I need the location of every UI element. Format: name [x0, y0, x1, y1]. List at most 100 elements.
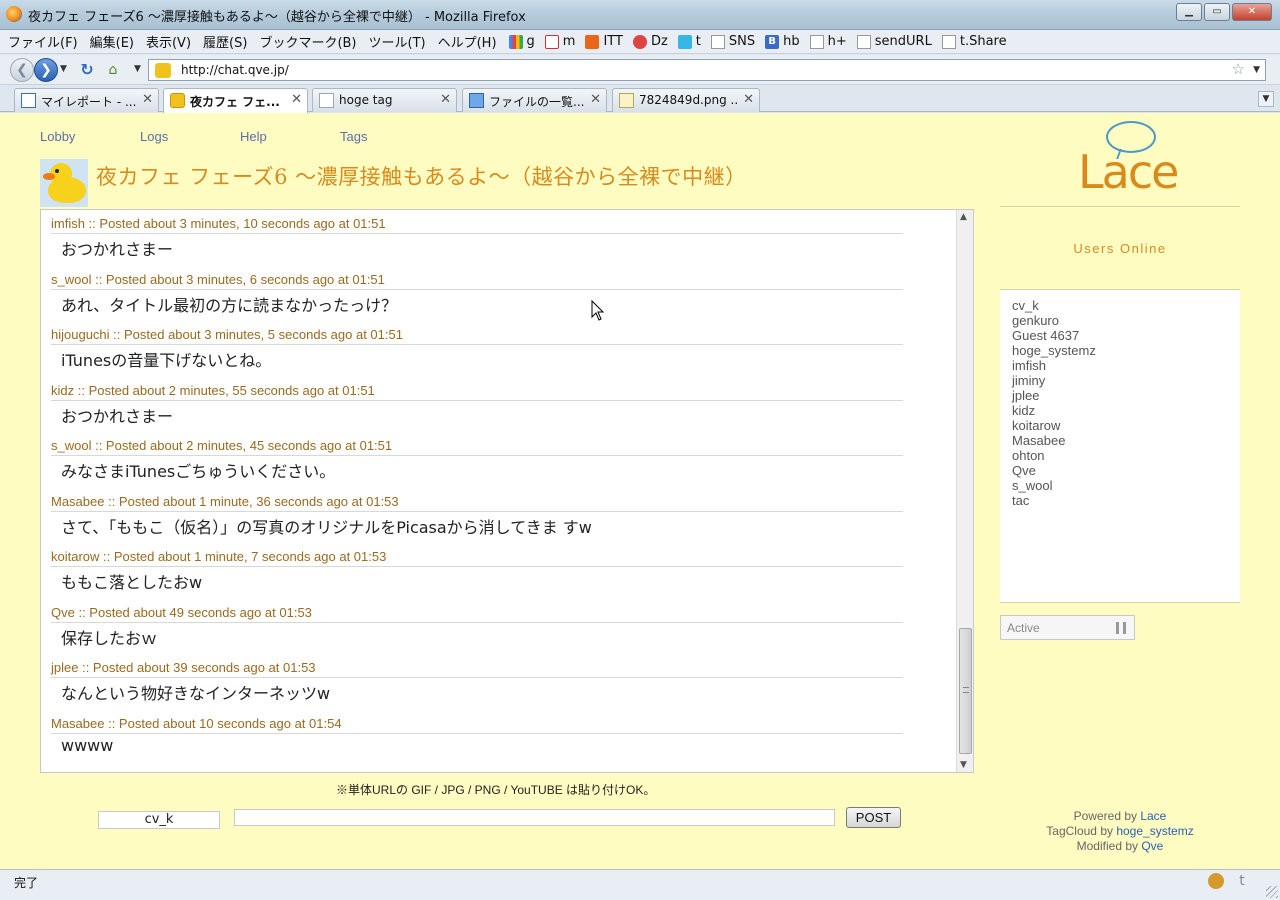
scroll-up-icon[interactable]: ▲	[960, 212, 967, 222]
bookmark-itt[interactable]: ITT	[585, 34, 623, 49]
nav-link-logs[interactable]: Logs	[140, 129, 240, 144]
bookmark-dz[interactable]: Dz	[632, 34, 668, 49]
message-nick[interactable]: hijouguchi	[51, 327, 110, 342]
chart-icon	[21, 93, 36, 108]
forward-button[interactable]: ❯	[34, 58, 58, 82]
home-icon[interactable]: ⌂	[104, 61, 122, 79]
chat-message: imfish :: Posted about 3 minutes, 10 sec…	[51, 216, 903, 272]
reload-icon[interactable]: ↻	[78, 61, 96, 79]
scrollbar-thumb[interactable]	[959, 628, 972, 754]
online-user[interactable]: ohton	[1012, 448, 1228, 463]
bookmark-m[interactable]: m	[544, 34, 575, 49]
message-nick[interactable]: s_wool	[51, 272, 91, 287]
menu-bookmarks[interactable]: ブックマーク(B)	[259, 32, 356, 51]
online-user[interactable]: hoge_systemz	[1012, 343, 1228, 358]
bookmark-hb[interactable]: Bhb	[765, 34, 800, 49]
logo-text: Lace	[1078, 145, 1179, 199]
tab-hoge-tag[interactable]: hoge tag ✕	[312, 88, 457, 112]
bookmark-label: ITT	[603, 34, 623, 49]
status-toggle[interactable]: Active	[1000, 615, 1135, 640]
menu-edit[interactable]: 編集(E)	[90, 32, 134, 51]
message-nick[interactable]: s_wool	[51, 438, 91, 453]
message-text: ももこ落としたおw	[61, 573, 203, 592]
url-bar[interactable]: http://chat.qve.jp/ ☆ ▼	[148, 59, 1266, 81]
online-user[interactable]: cv_k	[1012, 298, 1228, 313]
message-nick[interactable]: imfish	[51, 216, 85, 231]
menu-help[interactable]: ヘルプ(H)	[438, 32, 497, 51]
history-dropdown-icon[interactable]: ▼	[60, 64, 67, 74]
bookmark-sendurl[interactable]: sendURL	[856, 34, 932, 49]
bookmark-star-icon[interactable]: ☆	[1232, 60, 1245, 78]
message-nick[interactable]: kidz	[51, 383, 74, 398]
bookmark-sns[interactable]: SNS	[710, 34, 755, 49]
minimize-button[interactable]: ▁	[1176, 3, 1202, 21]
url-text[interactable]: http://chat.qve.jp/	[181, 63, 289, 77]
message-input[interactable]	[234, 809, 835, 826]
tab-png-image[interactable]: 7824849d.png ... ✕	[612, 88, 760, 112]
addon-status-icon[interactable]	[1208, 873, 1224, 889]
bookmark-label: t	[695, 34, 701, 49]
chat-message: Masabee :: Posted about 1 minute, 36 sec…	[51, 494, 903, 550]
resize-grip[interactable]	[1266, 886, 1278, 898]
menu-tools[interactable]: ツール(T)	[369, 32, 426, 51]
tab-list-dropdown-icon[interactable]: ▼	[1258, 91, 1274, 107]
online-user[interactable]: kidz	[1012, 403, 1228, 418]
nav-link-tags[interactable]: Tags	[340, 129, 440, 144]
bookmark-g[interactable]: g	[508, 34, 535, 49]
bookmark-hplus[interactable]: h+	[809, 34, 847, 49]
menu-view[interactable]: 表示(V)	[146, 32, 191, 51]
bookmark-label: hb	[783, 34, 800, 49]
bookmark-label: g	[526, 34, 535, 49]
close-button[interactable]: ✕	[1232, 3, 1272, 21]
page-icon	[856, 34, 871, 49]
tab-close-icon[interactable]: ✕	[743, 92, 754, 107]
online-user[interactable]: jplee	[1012, 388, 1228, 403]
message-timestamp: :: Posted about 39 seconds ago at 01:53	[78, 660, 316, 675]
bookmark-label: t.Share	[959, 34, 1007, 49]
tab-close-icon[interactable]: ✕	[590, 92, 601, 107]
toolbar-dropdown-icon[interactable]: ▼	[134, 64, 141, 74]
tab-close-icon[interactable]: ✕	[291, 92, 302, 107]
pause-icon[interactable]	[1116, 622, 1126, 634]
message-nick[interactable]: Masabee	[51, 716, 104, 731]
url-dropdown-icon[interactable]: ▼	[1253, 65, 1260, 75]
message-nick[interactable]: jplee	[51, 660, 78, 675]
menu-history[interactable]: 履歴(S)	[203, 32, 247, 51]
bookmark-t[interactable]: t	[677, 34, 701, 49]
online-user[interactable]: koitarow	[1012, 418, 1228, 433]
nav-link-lobby[interactable]: Lobby	[40, 129, 140, 144]
online-user[interactable]: imfish	[1012, 358, 1228, 373]
tab-close-icon[interactable]: ✕	[440, 92, 451, 107]
nickname-field[interactable]: cv_k	[98, 811, 220, 829]
online-user[interactable]: s_wool	[1012, 478, 1228, 493]
credit-link-hoge-systemz[interactable]: hoge_systemz	[1116, 824, 1193, 838]
back-button[interactable]: ❮	[10, 58, 34, 82]
chat-log[interactable]: imfish :: Posted about 3 minutes, 10 sec…	[40, 209, 974, 773]
online-user[interactable]: Masabee	[1012, 433, 1228, 448]
credit-link-lace[interactable]: Lace	[1140, 809, 1166, 823]
online-user[interactable]: Guest 4637	[1012, 328, 1228, 343]
message-nick[interactable]: koitarow	[51, 549, 99, 564]
online-user[interactable]: jiminy	[1012, 373, 1228, 388]
tab-yoru-cafe[interactable]: 夜カフェ フェ... ✕	[163, 88, 308, 113]
nav-link-help[interactable]: Help	[240, 129, 340, 144]
post-button[interactable]: POST	[846, 807, 901, 828]
twitter-status-icon[interactable]: t	[1234, 873, 1250, 889]
online-user[interactable]: Qve	[1012, 463, 1228, 478]
credit-prefix: TagCloud by	[1046, 824, 1117, 838]
message-timestamp: :: Posted about 2 minutes, 55 seconds ag…	[74, 382, 375, 398]
chat-scrollbar[interactable]: ▲ ▼	[956, 210, 973, 772]
menu-file[interactable]: ファイル(F)	[8, 32, 78, 51]
message-nick[interactable]: Qve	[51, 605, 75, 620]
lace-logo[interactable]: Lace	[1078, 119, 1190, 203]
credit-link-qve[interactable]: Qve	[1141, 839, 1163, 853]
message-nick[interactable]: Masabee	[51, 494, 104, 509]
online-user[interactable]: tac	[1012, 493, 1228, 508]
tab-file-list[interactable]: ファイルの一覧... ✕	[462, 88, 607, 112]
maximize-button[interactable]: ▭	[1204, 3, 1230, 21]
online-user[interactable]: genkuro	[1012, 313, 1228, 328]
bookmark-tshare[interactable]: t.Share	[941, 34, 1007, 49]
tab-myreport[interactable]: マイレポート - ... ✕	[14, 88, 159, 112]
scroll-down-icon[interactable]: ▼	[960, 760, 967, 770]
tab-close-icon[interactable]: ✕	[142, 92, 153, 107]
